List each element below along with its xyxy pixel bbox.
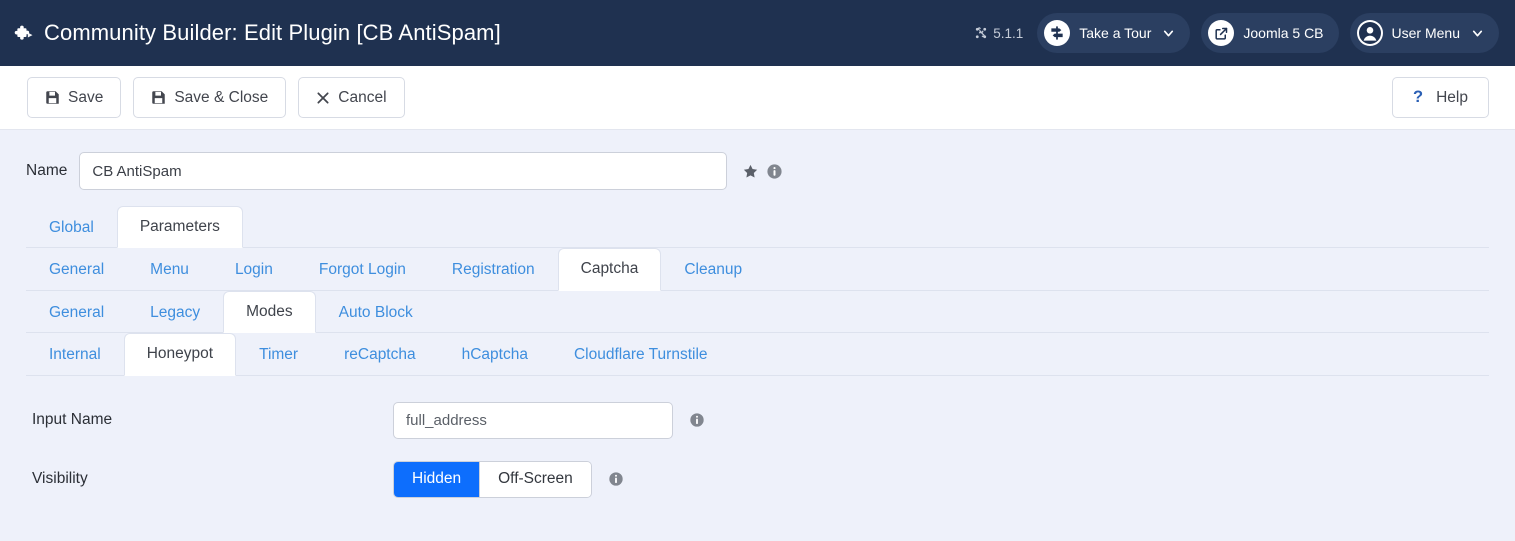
user-circle-icon — [1356, 20, 1383, 46]
take-a-tour-button[interactable]: Take a Tour — [1037, 13, 1191, 53]
save-button[interactable]: Save — [27, 77, 122, 118]
name-field-row: Name — [26, 130, 1489, 190]
save-and-close-label: Save & Close — [174, 88, 269, 106]
joomla-logo-icon — [974, 26, 988, 40]
external-link-icon — [1208, 20, 1235, 46]
app-header: Community Builder: Edit Plugin [CB AntiS… — [0, 0, 1515, 66]
take-a-tour-label: Take a Tour — [1079, 25, 1152, 41]
name-input[interactable] — [79, 152, 728, 190]
user-menu-button[interactable]: User Menu — [1349, 13, 1499, 53]
tabs-level-4: Internal Honeypot Timer reCaptcha hCaptc… — [26, 333, 1489, 376]
help-button[interactable]: ? Help — [1392, 77, 1489, 118]
tab-general[interactable]: General — [26, 249, 127, 290]
user-menu-label: User Menu — [1391, 25, 1460, 41]
save-and-close-button[interactable]: Save & Close — [133, 77, 287, 118]
star-icon[interactable] — [742, 163, 759, 180]
visibility-option-off-screen[interactable]: Off-Screen — [479, 461, 591, 497]
tab-cloudflare-turnstile[interactable]: Cloudflare Turnstile — [551, 334, 731, 375]
name-field-icons — [742, 163, 783, 180]
floppy-disk-icon — [151, 90, 166, 105]
tab-global[interactable]: Global — [26, 207, 117, 248]
floppy-disk-icon — [45, 90, 60, 105]
tab-honeypot[interactable]: Honeypot — [123, 333, 237, 376]
joomla-5-cb-button[interactable]: Joomla 5 CB — [1201, 13, 1339, 53]
question-mark-icon: ? — [1413, 88, 1424, 107]
input-name-row: Input Name — [26, 376, 1489, 439]
tab-parameters[interactable]: Parameters — [116, 206, 243, 249]
puzzle-piece-icon — [14, 24, 34, 44]
input-name-field[interactable] — [393, 401, 673, 439]
info-icon[interactable] — [766, 163, 783, 180]
tab-captcha[interactable]: Captcha — [557, 248, 662, 291]
tab-menu[interactable]: Menu — [127, 249, 212, 290]
tab-internal[interactable]: Internal — [26, 334, 124, 375]
tabs-level-2: General Menu Login Forgot Login Registra… — [26, 248, 1489, 291]
joomla-version: 5.1.1 — [974, 26, 1023, 41]
tab-login[interactable]: Login — [212, 249, 296, 290]
visibility-row: Visibility Hidden Off-Screen — [26, 439, 1489, 498]
info-icon[interactable] — [689, 412, 705, 428]
tab-legacy[interactable]: Legacy — [127, 292, 223, 333]
visibility-button-group: Hidden Off-Screen — [393, 460, 592, 498]
editor-toolbar: Save Save & Close Cancel ? Help — [0, 66, 1515, 130]
tab-recaptcha[interactable]: reCaptcha — [321, 334, 439, 375]
signpost-icon — [1044, 20, 1071, 46]
cancel-label: Cancel — [338, 88, 387, 106]
tab-registration[interactable]: Registration — [429, 249, 558, 290]
main-content: Name Global Parameters General Menu L — [0, 130, 1515, 498]
help-label: Help — [1436, 88, 1468, 106]
name-label: Name — [26, 162, 68, 179]
joomla-5-cb-label: Joomla 5 CB — [1243, 25, 1324, 41]
joomla-version-text: 5.1.1 — [993, 25, 1024, 41]
page-title: Community Builder: Edit Plugin [CB AntiS… — [14, 20, 501, 46]
tab-auto-block[interactable]: Auto Block — [316, 292, 436, 333]
info-icon[interactable] — [608, 471, 624, 487]
tab-hcaptcha[interactable]: hCaptcha — [439, 334, 551, 375]
chevron-down-icon — [1162, 27, 1175, 40]
page-title-text: Community Builder: Edit Plugin [CB AntiS… — [44, 20, 501, 45]
close-icon — [316, 91, 330, 105]
toolbar-left-group: Save Save & Close Cancel — [27, 77, 405, 118]
tab-general-captcha[interactable]: General — [26, 292, 127, 333]
save-label: Save — [68, 88, 104, 106]
tab-cleanup[interactable]: Cleanup — [661, 249, 765, 290]
header-actions: 5.1.1 Take a Tour Joomla 5 CB User Menu — [974, 13, 1499, 53]
cancel-button[interactable]: Cancel — [298, 77, 405, 118]
input-name-label: Input Name — [32, 411, 113, 428]
visibility-label: Visibility — [32, 470, 88, 487]
tab-forgot-login[interactable]: Forgot Login — [296, 249, 429, 290]
chevron-down-icon — [1471, 27, 1484, 40]
tabs-level-1: Global Parameters — [26, 206, 1489, 249]
tabs-level-3: General Legacy Modes Auto Block — [26, 290, 1489, 334]
visibility-option-hidden[interactable]: Hidden — [394, 461, 480, 497]
tab-timer[interactable]: Timer — [236, 334, 321, 375]
tab-modes[interactable]: Modes — [223, 290, 316, 334]
